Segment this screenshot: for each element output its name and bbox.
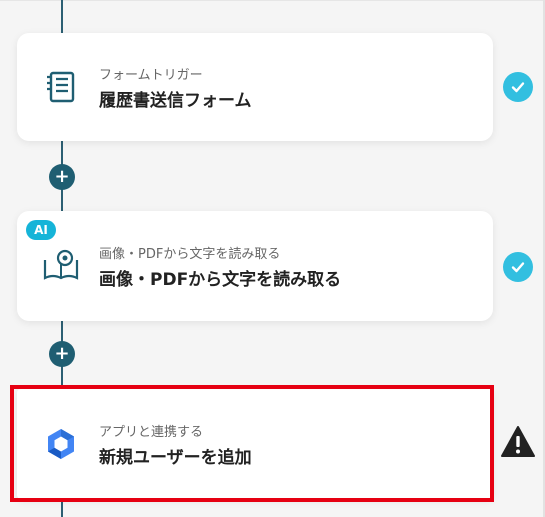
add-step-button[interactable]: + [49,164,75,190]
completed-check-icon [503,252,533,282]
top-divider [0,0,545,1]
read-document-icon [43,249,79,280]
step-card-ocr[interactable]: 画像・PDFから文字を読み取る 画像・PDFから文字を読み取る [17,211,493,321]
form-icon [47,71,75,103]
step-card-add-user[interactable]: アプリと連携する 新規ユーザーを追加 [17,389,493,499]
step-subtitle: アプリと連携する [99,425,204,440]
step-title: 履歴書送信フォーム [99,91,252,111]
step-subtitle: 画像・PDFから文字を読み取る [99,247,281,262]
ai-badge: AI [26,220,56,240]
connector-line [61,500,63,517]
plus-icon: + [54,166,70,187]
step-title: 画像・PDFから文字を読み取る [99,270,342,290]
add-step-button[interactable]: + [49,341,75,367]
step-title: 新規ユーザーを追加 [99,448,252,468]
completed-check-icon [503,72,533,102]
google-workspace-icon [48,429,74,459]
plus-icon: + [54,343,70,364]
step-subtitle: フォームトリガー [99,68,203,83]
step-card-form-trigger[interactable]: フォームトリガー 履歴書送信フォーム [17,33,493,141]
warning-icon [501,426,535,457]
connector-line [61,0,63,35]
